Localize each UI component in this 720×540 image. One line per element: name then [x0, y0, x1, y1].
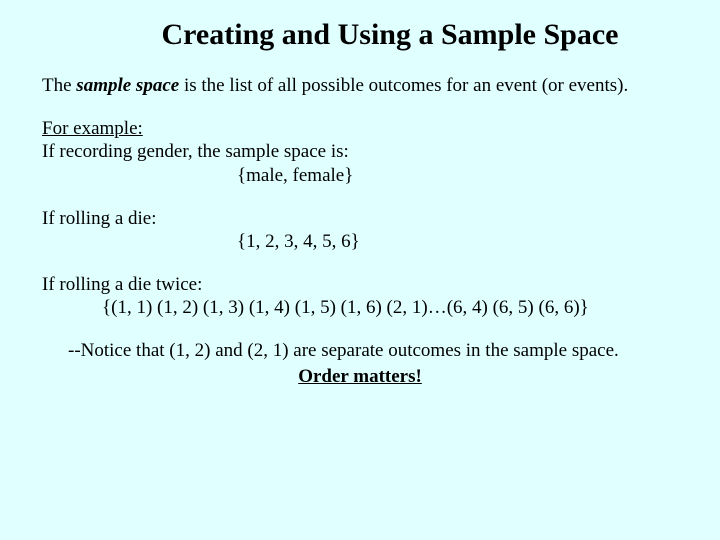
example-2-prompt: If rolling a die:	[42, 207, 678, 230]
slide-body: The sample space is the list of all poss…	[42, 74, 678, 388]
example-3-space: {(1, 1) (1, 2) (1, 3) (1, 4) (1, 5) (1, …	[102, 296, 678, 319]
intro-paragraph: The sample space is the list of all poss…	[42, 74, 678, 97]
example-1-space: {male, female}	[237, 164, 678, 187]
example-2-space: {1, 2, 3, 4, 5, 6}	[237, 230, 678, 253]
slide-title: Creating and Using a Sample Space	[102, 18, 678, 52]
slide: Creating and Using a Sample Space The sa…	[0, 0, 720, 540]
example-1-prompt: If recording gender, the sample space is…	[42, 140, 678, 163]
intro-post: is the list of all possible outcomes for…	[179, 75, 628, 96]
order-matters: Order matters!	[42, 365, 678, 388]
example-label-text: For example:	[42, 118, 143, 139]
intro-pre: The	[42, 75, 76, 96]
example-3-prompt: If rolling a die twice:	[42, 273, 678, 296]
notice-text: --Notice that (1, 2) and (2, 1) are sepa…	[68, 339, 678, 362]
intro-term: sample space	[76, 75, 179, 96]
example-label: For example:	[42, 117, 678, 140]
